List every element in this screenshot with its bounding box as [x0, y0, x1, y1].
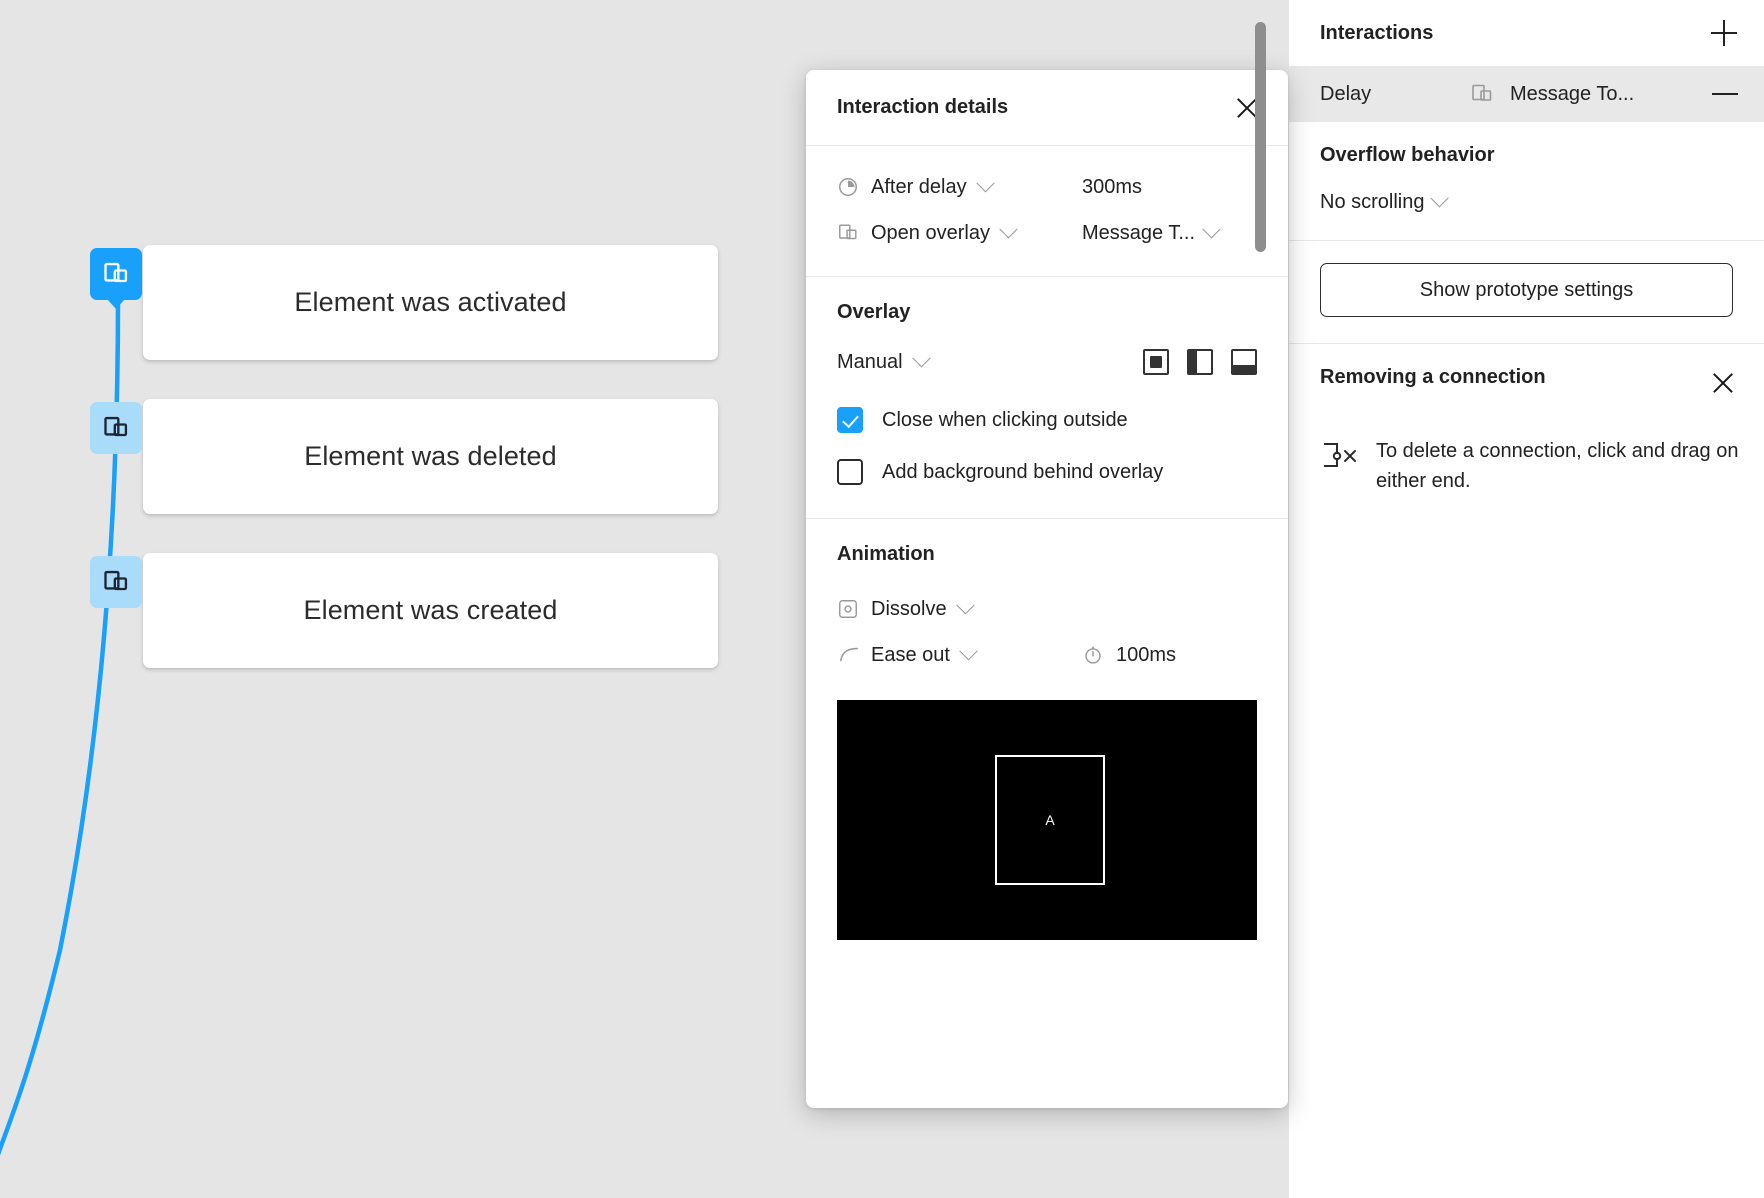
chevron-down-icon[interactable]	[959, 641, 978, 660]
page-title: Interaction details	[837, 96, 1009, 118]
add-interaction-button[interactable]	[1708, 17, 1740, 49]
action-destination[interactable]: Message T...	[1082, 222, 1195, 245]
card-label: Element was deleted	[304, 441, 557, 471]
card-element-was-deleted[interactable]: Element was deleted	[143, 399, 718, 514]
dissolve-icon	[837, 598, 871, 620]
chevron-down-icon[interactable]	[1202, 219, 1221, 238]
overlay-icon	[102, 568, 130, 596]
animation-section-title: Animation	[837, 543, 935, 565]
animation-easing-row[interactable]: Ease out 100ms	[837, 632, 1257, 678]
animation-preview: A	[837, 700, 1257, 940]
show-prototype-settings-button[interactable]: Show prototype settings	[1320, 263, 1733, 317]
clock-icon	[837, 176, 871, 198]
overlay-section: Overlay Manual Close when clicking outsi…	[806, 277, 1288, 519]
connection-pin-1[interactable]	[90, 248, 142, 309]
hint-title: Removing a connection	[1320, 366, 1546, 388]
overflow-behavior-title: Overflow behavior	[1320, 144, 1495, 166]
add-background-row[interactable]: Add background behind overlay	[837, 446, 1257, 498]
trigger-label: After delay	[871, 175, 967, 198]
hint-text: To delete a connection, click and drag o…	[1376, 440, 1739, 492]
action-row[interactable]: Open overlay Message T...	[837, 210, 1257, 256]
overlay-position-mode[interactable]: Manual	[837, 351, 903, 374]
animation-type-label: Dissolve	[871, 597, 947, 620]
animation-duration[interactable]: 100ms	[1116, 644, 1176, 667]
overflow-behavior-value: No scrolling	[1320, 191, 1425, 213]
delete-connection-icon	[1320, 436, 1376, 496]
overlay-icon	[102, 260, 130, 288]
overlay-icon	[102, 414, 130, 442]
close-icon[interactable]	[1706, 366, 1740, 400]
chevron-down-icon[interactable]	[999, 219, 1018, 238]
card-label: Element was activated	[294, 287, 567, 317]
action-label: Open overlay	[871, 221, 990, 244]
chevron-down-icon[interactable]	[911, 348, 931, 367]
connection-pin-3[interactable]	[90, 556, 142, 608]
animation-preview-frame: A	[995, 755, 1105, 885]
animation-section: Animation Dissolve Ease out 100ms A	[806, 519, 1288, 960]
stopwatch-icon	[1082, 644, 1116, 666]
close-on-click-outside-checkbox[interactable]	[837, 407, 863, 433]
card-element-was-activated[interactable]: Element was activated	[143, 245, 718, 360]
interaction-details-popover: Interaction details After delay 300ms Op…	[806, 70, 1288, 1108]
overlay-position-center-icon[interactable]	[1143, 349, 1169, 375]
interaction-details-header: Interaction details	[806, 70, 1288, 146]
overlay-position-bottom-icon[interactable]	[1231, 349, 1257, 375]
close-on-click-outside-row[interactable]: Close when clicking outside	[837, 394, 1257, 446]
animation-type-row[interactable]: Dissolve	[837, 586, 1257, 632]
prototype-settings-section: Show prototype settings	[1289, 241, 1764, 344]
overflow-behavior-section: Overflow behavior No scrolling	[1289, 122, 1764, 241]
overflow-behavior-row[interactable]: No scrolling	[1320, 189, 1733, 214]
interaction-destination-label: Message To...	[1510, 82, 1635, 105]
overlay-position-left-icon[interactable]	[1187, 349, 1213, 375]
canvas-scrollbar[interactable]	[1255, 22, 1266, 252]
panel-title: Interactions	[1320, 21, 1434, 44]
overlay-icon	[1470, 82, 1510, 106]
interaction-list-item[interactable]: Delay Message To...	[1289, 66, 1764, 122]
trigger-row[interactable]: After delay 300ms	[837, 164, 1257, 210]
animation-preview-frame-label: A	[1045, 812, 1055, 828]
hint-body: To delete a connection, click and drag o…	[1320, 436, 1740, 496]
card-element-was-created[interactable]: Element was created	[143, 553, 718, 668]
overlay-section-title: Overlay	[837, 301, 911, 323]
trigger-action-section: After delay 300ms Open overlay Message T…	[806, 146, 1288, 277]
hint-header: Removing a connection	[1320, 366, 1740, 400]
add-background-checkbox[interactable]	[837, 459, 863, 485]
chevron-down-icon[interactable]	[975, 173, 995, 192]
close-on-click-outside-label: Close when clicking outside	[882, 408, 1128, 431]
connection-pin-2[interactable]	[90, 402, 142, 454]
interactions-panel-header: Interactions	[1289, 0, 1764, 66]
card-label: Element was created	[303, 595, 558, 625]
overlay-position-row: Manual	[837, 344, 1257, 380]
animation-easing-label: Ease out	[871, 643, 950, 666]
interaction-trigger-label: Delay	[1320, 82, 1372, 105]
trigger-value[interactable]: 300ms	[1082, 176, 1142, 199]
chevron-down-icon[interactable]	[955, 595, 975, 614]
chevron-down-icon[interactable]	[1430, 189, 1450, 208]
remove-interaction-button[interactable]	[1708, 78, 1740, 110]
pin-tail	[107, 299, 125, 309]
interactions-panel: Interactions Delay Message To... Overflo…	[1288, 0, 1764, 1198]
ease-curve-icon	[837, 644, 871, 666]
removing-connection-hint: Removing a connection To delete a connec…	[1289, 344, 1764, 496]
add-background-label: Add background behind overlay	[882, 460, 1164, 483]
overlay-icon	[837, 222, 871, 244]
